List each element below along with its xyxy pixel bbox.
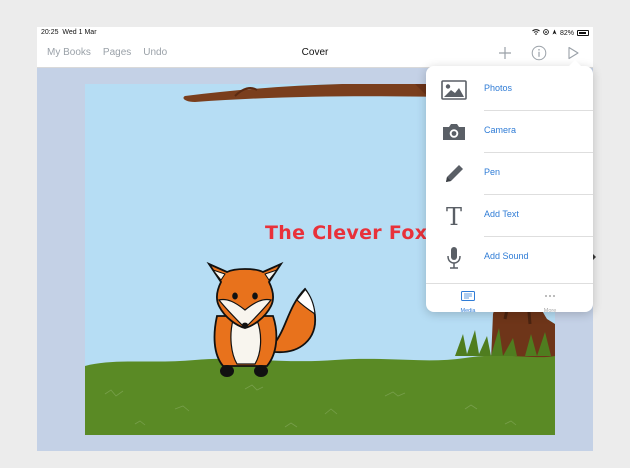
more-dots-icon [543, 288, 557, 305]
location-icon [552, 29, 557, 37]
microphone-icon [440, 246, 468, 270]
popover-tab-bar: Media More [426, 283, 593, 314]
menu-item-add-text[interactable]: T Add Text [426, 195, 593, 237]
fox-eye-right [252, 292, 258, 300]
wifi-icon [532, 29, 540, 37]
photo-icon [440, 78, 468, 102]
menu-label-add-text: Add Text [484, 209, 519, 219]
camera-icon [440, 120, 468, 144]
info-icon[interactable] [529, 43, 549, 63]
text-icon: T [440, 204, 468, 228]
chevron-right-icon[interactable] [593, 254, 596, 260]
battery-icon [577, 30, 589, 36]
fox-nose [242, 322, 248, 328]
tab-media-label: Media [460, 308, 476, 314]
media-icon [461, 288, 475, 305]
tab-more[interactable]: More [520, 288, 580, 314]
plus-icon[interactable] [495, 43, 515, 63]
menu-item-pen[interactable]: Pen [426, 153, 593, 195]
menu-item-add-sound[interactable]: Add Sound [426, 237, 593, 279]
status-time: 20:25 Wed 1 Mar [41, 29, 97, 36]
menu-item-camera[interactable]: Camera [426, 111, 593, 153]
status-right: 82% [532, 29, 589, 37]
top-toolbar: My Books Pages Undo Cover [37, 39, 593, 68]
menu-label-pen: Pen [484, 167, 501, 177]
pen-icon [440, 162, 468, 186]
orientation-lock-icon [543, 29, 549, 37]
status-bar: 20:25 Wed 1 Mar 82% [37, 27, 593, 39]
tab-more-label: More [543, 308, 557, 314]
battery-level [579, 32, 586, 34]
fox-eye-left [232, 292, 238, 300]
svg-text:T: T [446, 204, 462, 228]
insert-media-popover: Photos Camera Pen T Add Text Add Sound M… [426, 60, 593, 314]
menu-label-add-sound: Add Sound [484, 251, 529, 261]
menu-item-photos[interactable]: Photos [426, 69, 593, 111]
grass-ground [85, 355, 555, 435]
menu-label-camera: Camera [484, 125, 517, 135]
status-date: Wed 1 Mar [62, 29, 97, 36]
popover-arrow [568, 60, 582, 67]
tab-media[interactable]: Media [438, 288, 498, 314]
battery-percent: 82% [559, 29, 574, 37]
menu-label-photos: Photos [484, 83, 513, 93]
